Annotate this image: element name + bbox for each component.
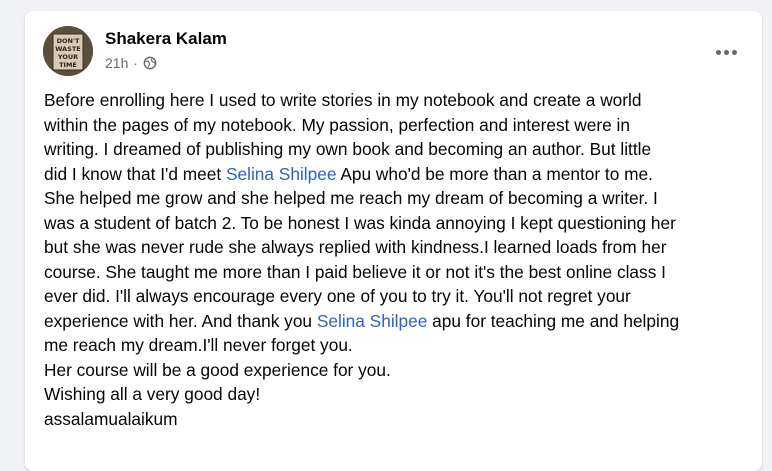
post-text-line: but she was never rude she always replie… [44,235,744,260]
post-text-segment: Wishing all a very good day! [44,384,261,404]
post-text-segment: but she was never rude she always replie… [44,237,667,257]
post-text-segment: apu for teaching me and helping [427,310,680,331]
post-text-line: was a student of batch 2. To be honest I… [44,211,744,236]
post-text-segment: me reach my dream.I'll never forget you. [44,335,353,355]
globe-icon[interactable] [143,56,157,70]
post-text-line: me reach my dream.I'll never forget you. [44,333,744,358]
post-time[interactable]: 21h [105,55,128,71]
avatar-text-2: WASTE [55,45,80,53]
post-text-segment: was a student of batch 2. To be honest I… [44,212,676,233]
mention-link[interactable]: Selina Shilpee [317,311,428,331]
avatar-text-3: YOUR [57,53,78,61]
post-text-segment: assalamualaikum [44,408,178,429]
post-text-segment: writing. I dreamed of publishing my own … [44,139,652,159]
post-text-segment: Apu who'd be more than a mentor to me. [336,163,653,184]
post-text-segment: within the pages of my notebook. My pass… [44,114,630,135]
post-text-line: experience with her. And thank you Selin… [44,309,744,334]
post-header: DON'T WASTE YOUR TIME Shakera Kalam 21h … [43,26,744,78]
post-text-segment: Before enrolling here I used to write st… [44,90,642,110]
post-text-segment: course. She taught me more than I paid b… [44,261,666,282]
avatar-text-1: DON'T [57,37,80,45]
avatar[interactable]: DON'T WASTE YOUR TIME [43,26,93,76]
author-name[interactable]: Shakera Kalam [105,29,227,49]
post-text-segment: Her course will be a good experience for… [44,359,391,380]
post-text-segment: She helped me grow and she helped me rea… [44,188,658,208]
post-text-line: writing. I dreamed of publishing my own … [44,137,744,162]
post-text-line: did I know that I'd meet Selina Shilpee … [44,162,744,187]
post-card: DON'T WASTE YOUR TIME Shakera Kalam 21h … [25,11,762,471]
post-text-line: within the pages of my notebook. My pass… [44,113,744,138]
post-meta: 21h · [105,55,157,71]
post-text-line: ever did. I'll always encourage every on… [44,284,744,309]
post-text-segment: ever did. I'll always encourage every on… [44,286,631,306]
post-text-segment: did I know that I'd meet [44,163,226,184]
post-text-line: She helped me grow and she helped me rea… [44,186,744,211]
post-text-line: course. She taught me more than I paid b… [44,260,744,285]
post-text: Before enrolling here I used to write st… [44,88,744,431]
post-text-line: Wishing all a very good day! [44,382,744,407]
avatar-text-4: TIME [59,61,77,69]
post-text-line: assalamualaikum [44,407,744,432]
mention-link[interactable]: Selina Shilpee [226,164,337,184]
post-text-segment: experience with her. And thank you [44,310,317,331]
post-text-line: Before enrolling here I used to write st… [44,88,744,113]
post-text-line: Her course will be a good experience for… [44,358,744,383]
more-horizontal-icon[interactable] [708,34,744,70]
book-cover-avatar: DON'T WASTE YOUR TIME [43,26,93,76]
meta-separator: · [133,55,138,71]
